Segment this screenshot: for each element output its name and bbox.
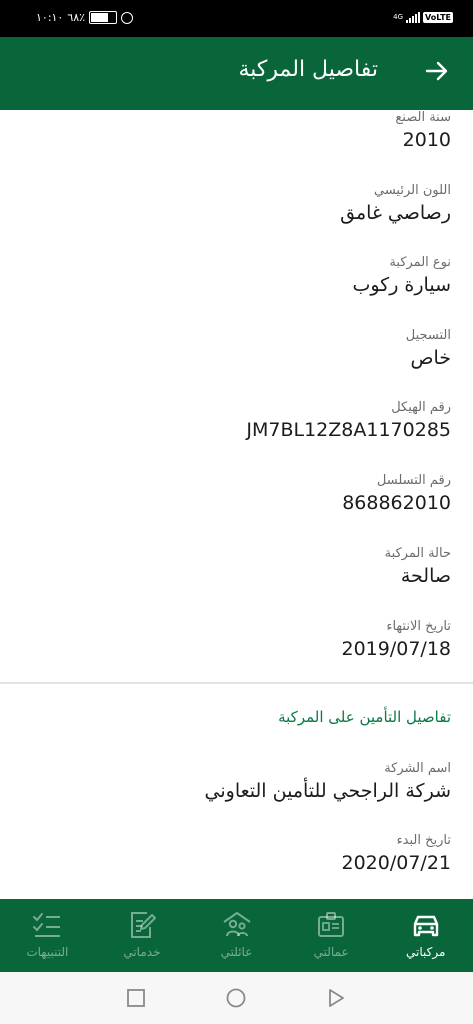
field-main-color: اللون الرئيسي رصاصي غامق	[340, 183, 451, 224]
field-label: نوع المركبة	[389, 255, 451, 270]
field-vehicle-type: نوع المركبة سيارة ركوب	[352, 255, 451, 296]
page-title: تفاصيل المركبة	[238, 57, 378, 82]
nav-item-notifications[interactable]: التنبيهات	[0, 899, 95, 972]
field-chassis-number: رقم الهيكل JM7BL12Z8A1170285	[246, 400, 451, 441]
field-insurance-company: اسم الشركة شركة الراجحي للتأمين التعاوني	[205, 761, 451, 802]
signal-icon	[406, 11, 421, 23]
network-type: 4G	[393, 13, 404, 21]
field-registration: التسجيل خاص	[406, 328, 451, 369]
section-divider	[0, 682, 473, 684]
field-value: 2010	[402, 129, 451, 151]
status-right: 4G VoLTE	[393, 11, 453, 23]
field-value: سيارة ركوب	[352, 274, 451, 296]
vehicle-details-content[interactable]: سنة الصنع 2010 اللون الرئيسي رصاصي غامق …	[0, 110, 473, 899]
field-value: 868862010	[342, 492, 451, 514]
field-value: صالحة	[400, 565, 451, 587]
alarm-icon	[121, 11, 134, 24]
field-label: حالة المركبة	[384, 546, 451, 561]
field-serial-number: رقم التسلسل 868862010	[342, 473, 451, 514]
battery-icon	[89, 11, 118, 24]
field-label: سنة الصنع	[395, 110, 451, 125]
app-bar: تفاصيل المركبة	[0, 37, 473, 110]
bottom-nav: مركباتي عمالتي عائلتي خدماتي التنبيهات	[0, 899, 473, 972]
field-vehicle-status: حالة المركبة صالحة	[385, 546, 451, 587]
field-value: 2020/07/21	[341, 852, 451, 874]
status-left: ١٠:١٠ ٦٨٪	[36, 11, 134, 24]
status-bar: ١٠:١٠ ٦٨٪ 4G VoLTE	[0, 0, 473, 37]
family-icon	[222, 912, 251, 937]
field-value: خاص	[410, 347, 451, 369]
back-arrow-icon[interactable]	[425, 59, 449, 83]
nav-label: عمالتي	[313, 945, 349, 959]
field-label: التسجيل	[405, 328, 451, 343]
field-value: JM7BL12Z8A1170285	[246, 419, 451, 441]
field-label: اللون الرئيسي	[374, 183, 451, 198]
insurance-section-title: تفاصيل التأمين على المركبة	[278, 708, 451, 726]
nav-label: التنبيهات	[26, 945, 69, 959]
system-nav-bar	[0, 972, 473, 1024]
battery-percent: ٦٨٪	[67, 11, 86, 24]
nav-item-my-family[interactable]: عائلتي	[189, 899, 284, 972]
checklist-icon	[33, 913, 61, 937]
back-triangle-icon[interactable]	[326, 988, 346, 1008]
home-circle-icon[interactable]	[226, 988, 246, 1008]
nav-label: خدماتي	[123, 945, 161, 959]
field-label: رقم الهيكل	[391, 400, 451, 415]
nav-item-my-vehicles[interactable]: مركباتي	[378, 899, 473, 972]
nav-item-my-services[interactable]: خدماتي	[95, 899, 190, 972]
field-value: شركة الراجحي للتأمين التعاوني	[204, 780, 451, 802]
id-badge-icon	[318, 912, 345, 937]
field-manufacture-year: سنة الصنع 2010	[395, 110, 451, 151]
field-value: 2019/07/18	[341, 638, 451, 660]
field-expiry-date: تاريخ الانتهاء 2019/07/18	[341, 619, 451, 660]
nav-item-my-workers[interactable]: عمالتي	[284, 899, 379, 972]
recents-square-icon[interactable]	[126, 988, 146, 1008]
volte-badge: VoLTE	[423, 11, 453, 23]
nav-label: عائلتي	[220, 945, 253, 959]
nav-label: مركباتي	[406, 945, 446, 959]
field-label: تاريخ الانتهاء	[386, 619, 451, 634]
edit-document-icon	[130, 912, 156, 938]
field-insurance-start-date: تاريخ البدء 2020/07/21	[341, 833, 451, 874]
field-label: رقم التسلسل	[376, 473, 451, 488]
field-label: اسم الشركة	[384, 761, 451, 776]
car-icon	[413, 915, 438, 937]
field-label: تاريخ البدء	[396, 833, 451, 848]
clock: ١٠:١٠	[36, 11, 64, 24]
field-value: رصاصي غامق	[340, 202, 451, 224]
